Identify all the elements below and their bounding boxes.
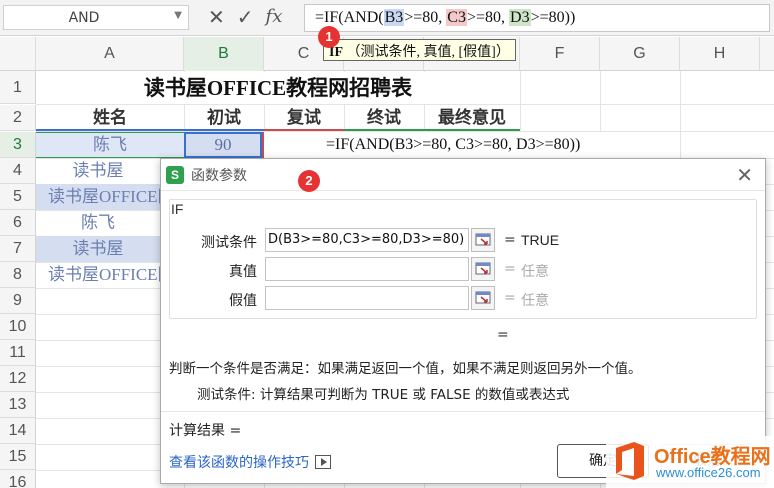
select-all-corner[interactable] bbox=[0, 37, 36, 71]
formula-ref-b3: B3 bbox=[383, 9, 405, 26]
watermark-url: www.office26.com bbox=[656, 465, 761, 480]
argument-description: 测试条件: 计算结果可判断为 TRUE 或 FALSE 的数值或表达式 bbox=[197, 387, 570, 403]
row-header-16[interactable]: 16 bbox=[0, 470, 36, 488]
formula-bar-icons: ✕ ✓ fx bbox=[208, 4, 282, 30]
header-final-interview[interactable]: 终试 bbox=[344, 105, 424, 131]
arg-eq: = bbox=[504, 261, 516, 277]
row-header-5[interactable]: 5 bbox=[0, 184, 36, 210]
step-badge-2: 2 bbox=[298, 170, 320, 192]
row-header-4[interactable]: 4 bbox=[0, 158, 36, 184]
range-select-icon bbox=[475, 291, 491, 304]
function-result-eq: = bbox=[497, 327, 509, 343]
cell-c3-in-cell-editor[interactable]: =IF(AND(B3>=80, C3>=80, D3>=80)) bbox=[262, 132, 676, 158]
fx-icon[interactable]: fx bbox=[266, 8, 283, 26]
row-header-3[interactable]: 3 bbox=[0, 132, 36, 158]
cell-a5[interactable]: 读书屋OFFICE网 bbox=[36, 184, 160, 210]
header-first-interview[interactable]: 初试 bbox=[184, 105, 264, 131]
column-header-f[interactable]: F bbox=[520, 37, 600, 71]
cell-a4[interactable]: 读书屋 bbox=[36, 158, 160, 184]
formula-part: >=80)) bbox=[530, 9, 576, 26]
column-header-g[interactable]: G bbox=[600, 37, 680, 71]
column-header-b[interactable]: B bbox=[184, 37, 264, 71]
column-header-a[interactable]: A bbox=[36, 37, 184, 71]
cell-a7[interactable]: 读书屋 bbox=[36, 236, 160, 262]
video-play-icon bbox=[315, 455, 331, 469]
range-select-icon bbox=[475, 262, 491, 275]
tooltip-arguments: （测试条件, 真值, [假值]） bbox=[346, 45, 510, 60]
header-second-interview[interactable]: 复试 bbox=[264, 105, 344, 131]
dialog-title-bar[interactable]: S 函数参数 ✕ bbox=[161, 159, 765, 191]
close-icon[interactable]: ✕ bbox=[208, 7, 225, 27]
arg-input-test-value: D(B3>=80,C3>=80,D3>=80) bbox=[268, 232, 465, 247]
name-box[interactable]: AND ▼ bbox=[3, 5, 189, 30]
help-link-label: 查看该函数的操作技巧 bbox=[169, 455, 309, 471]
row-header-6[interactable]: 6 bbox=[0, 210, 36, 236]
cell-b3[interactable]: 90 bbox=[184, 132, 262, 158]
column-header-h[interactable]: H bbox=[680, 37, 760, 71]
header-final-opinion[interactable]: 最终意见 bbox=[424, 105, 520, 131]
row-header-11[interactable]: 11 bbox=[0, 340, 36, 366]
sheet-title[interactable]: 读书屋OFFICE教程网招聘表 bbox=[36, 72, 520, 104]
row-header-10[interactable]: 10 bbox=[0, 314, 36, 340]
row-header-12[interactable]: 12 bbox=[0, 366, 36, 392]
arg-label-false-value: 假值 bbox=[229, 293, 257, 309]
cell-a3[interactable]: 陈飞 bbox=[36, 132, 184, 158]
arg-label-true-value: 真值 bbox=[229, 264, 257, 280]
dialog-title: 函数参数 bbox=[191, 168, 247, 184]
close-icon[interactable]: ✕ bbox=[736, 163, 753, 187]
check-icon[interactable]: ✓ bbox=[237, 7, 254, 27]
arg-result-true-value: 任意 bbox=[521, 263, 549, 279]
row-header-14[interactable]: 14 bbox=[0, 418, 36, 444]
office-logo-icon bbox=[616, 442, 644, 480]
step-badge-1: 1 bbox=[318, 26, 340, 48]
arg-input-false-value[interactable] bbox=[265, 286, 469, 310]
function-name: IF bbox=[171, 201, 184, 217]
arg-eq: = bbox=[504, 232, 516, 248]
row-header-7[interactable]: 7 bbox=[0, 236, 36, 262]
help-link[interactable]: 查看该函数的操作技巧 bbox=[169, 452, 331, 472]
formula-bar: AND ▼ ✕ ✓ fx =IF(AND(B3>=80, C3>=80, D3>… bbox=[0, 0, 774, 36]
arg-input-true-value[interactable] bbox=[265, 257, 469, 281]
formula-part: >=80, bbox=[466, 9, 510, 26]
watermark: Office教程网 www.office26.com bbox=[606, 436, 774, 488]
calculation-result: 计算结果 = bbox=[169, 423, 242, 439]
range-select-button-false-value[interactable] bbox=[471, 286, 495, 310]
name-box-value: AND bbox=[68, 10, 100, 26]
formula-part: =IF(AND( bbox=[315, 9, 384, 26]
formula-ref-d3: D3 bbox=[509, 9, 531, 26]
chevron-down-icon[interactable]: ▼ bbox=[174, 10, 182, 21]
row-header-2[interactable]: 2 bbox=[0, 105, 36, 131]
function-tooltip: IF （测试条件, 真值, [假值]） bbox=[323, 39, 516, 61]
dialog-divider bbox=[161, 411, 765, 412]
range-select-icon bbox=[475, 233, 491, 246]
cell-a6[interactable]: 陈飞 bbox=[36, 210, 160, 236]
arg-result-test: TRUE bbox=[521, 232, 560, 248]
range-select-button-test[interactable] bbox=[471, 228, 495, 252]
row-header-9[interactable]: 9 bbox=[0, 288, 36, 314]
row-header-8[interactable]: 8 bbox=[0, 262, 36, 288]
row-header-13[interactable]: 13 bbox=[0, 392, 36, 418]
wps-logo-icon: S bbox=[166, 166, 184, 184]
header-name[interactable]: 姓名 bbox=[36, 105, 184, 131]
arg-input-test[interactable]: D(B3>=80,C3>=80,D3>=80) bbox=[265, 228, 469, 252]
range-select-button-true-value[interactable] bbox=[471, 257, 495, 281]
arg-eq: = bbox=[504, 290, 516, 306]
formula-ref-c3: C3 bbox=[446, 9, 467, 26]
arg-label-test: 测试条件 bbox=[201, 235, 257, 251]
formula-part: >=80, bbox=[404, 9, 447, 26]
row-header-1[interactable]: 1 bbox=[0, 71, 36, 104]
formula-input[interactable]: =IF(AND(B3>=80, C3>=80, D3>=80)) bbox=[304, 4, 770, 32]
row-header-15[interactable]: 15 bbox=[0, 444, 36, 470]
arg-result-false-value: 任意 bbox=[521, 292, 549, 308]
cell-a8[interactable]: 读书屋OFFICE网 bbox=[36, 262, 160, 288]
function-description: 判断一个条件是否满足：如果满足返回一个值，如果不满足则返回另外一个值。 bbox=[169, 361, 642, 377]
